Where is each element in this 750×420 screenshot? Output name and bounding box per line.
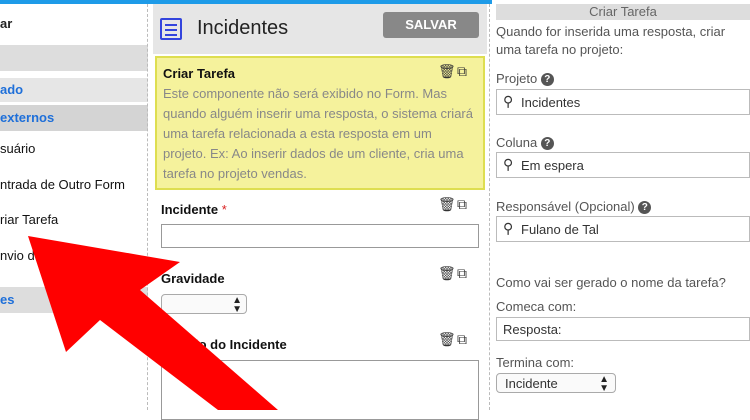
comeca-label: Comeca com: [496, 299, 577, 314]
select-arrows-icon: ▲ ▼ [232, 295, 242, 315]
required-marker: * [221, 202, 227, 217]
center-divider [489, 4, 490, 410]
sidebar-section-es-label: es [0, 292, 15, 307]
form-header: Incidentes SALVAR [153, 4, 487, 54]
comeca-value: Resposta: [503, 322, 562, 337]
settings-intro: Quando for inserida uma resposta, criar … [496, 24, 726, 57]
copy-icon[interactable]: ⧉ [454, 265, 470, 282]
sidebar-divider [147, 4, 148, 410]
form-editor: Incidentes SALVAR Criar Tarefa Este comp… [153, 4, 490, 420]
sidebar-item-usuario[interactable]: suário [0, 141, 148, 156]
field-actions-incidente: 🗑⧉ [438, 196, 470, 213]
comeca-input[interactable]: Resposta: [496, 317, 750, 341]
sidebar: ar ado externos suário ntrada de Outro F… [0, 4, 150, 410]
component-title: Criar Tarefa [163, 66, 236, 81]
sidebar-header-bar [0, 45, 148, 71]
field-label-descricao: scrição do Incidente [161, 337, 287, 352]
save-button[interactable]: SALVAR [383, 12, 479, 38]
help-icon[interactable]: ? [540, 137, 554, 150]
sidebar-item-criar-tarefa[interactable]: riar Tarefa [0, 212, 148, 227]
component-actions: 🗑⧉ [438, 63, 470, 80]
responsavel-label: Responsável (Opcional) ? [496, 198, 652, 216]
copy-icon[interactable]: ⧉ [454, 331, 470, 348]
trash-icon[interactable]: 🗑 [438, 196, 456, 213]
descricao-textarea[interactable] [161, 360, 479, 420]
sidebar-item-entrada-outro-form[interactable]: ntrada de Outro Form [0, 177, 148, 192]
search-icon: ⚲ [503, 93, 514, 109]
sidebar-section-ado[interactable]: ado [0, 78, 148, 102]
coluna-label-text: Coluna [496, 135, 538, 150]
trash-icon[interactable]: 🗑 [438, 265, 456, 282]
gravidade-select[interactable]: ▲ ▼ [161, 294, 247, 315]
copy-icon[interactable]: ⧉ [454, 63, 470, 80]
search-icon: ⚲ [503, 156, 514, 172]
select-arrows-icon: ▲ ▼ [599, 374, 609, 394]
field-label-incidente: Incidente * [161, 202, 227, 217]
nome-tarefa-question: Como vai ser gerado o nome da tarefa? [496, 275, 726, 290]
projeto-field[interactable]: ⚲ Incidentes [496, 89, 750, 115]
field-actions-gravidade: 🗑⧉ [438, 265, 470, 282]
projeto-label: Projeto ? [496, 70, 554, 88]
trash-icon[interactable]: 🗑 [438, 63, 456, 80]
list-icon [160, 18, 182, 40]
responsavel-field[interactable]: ⚲ Fulano de Tal [496, 216, 750, 242]
criar-tarefa-component[interactable]: Criar Tarefa Este componente não será ex… [155, 56, 485, 190]
sidebar-item-envio[interactable]: nvio d [0, 248, 148, 263]
component-description: Este componente não será exibido no Form… [163, 86, 473, 181]
component-settings: Criar Tarefa Quando for inserida uma res… [492, 0, 750, 410]
responsavel-value: Fulano de Tal [521, 222, 599, 237]
field-actions-descricao: 🗑⧉ [438, 331, 470, 348]
sidebar-section-es[interactable]: es [0, 287, 148, 313]
coluna-label: Coluna ? [496, 134, 554, 152]
projeto-label-text: Projeto [496, 71, 538, 86]
coluna-field[interactable]: ⚲ Em espera [496, 152, 750, 178]
help-icon[interactable]: ? [638, 201, 652, 214]
termina-label: Termina com: [496, 355, 575, 370]
termina-value: Incidente [505, 376, 558, 391]
sidebar-title: ar [0, 16, 13, 31]
copy-icon[interactable]: ⧉ [454, 196, 470, 213]
coluna-value: Em espera [521, 158, 584, 173]
incidente-input[interactable] [161, 224, 479, 248]
settings-header: Criar Tarefa [496, 4, 750, 20]
form-title: Incidentes [197, 17, 289, 39]
field-label-gravidade: Gravidade [161, 271, 225, 286]
sidebar-section-externos[interactable]: externos [0, 105, 148, 131]
field-label-incidente-text: Incidente [161, 202, 219, 217]
trash-icon[interactable]: 🗑 [438, 331, 456, 348]
responsavel-label-text: Responsável (Opcional) [496, 199, 635, 214]
help-icon[interactable]: ? [540, 73, 554, 86]
search-icon: ⚲ [503, 220, 514, 236]
termina-select[interactable]: Incidente ▲ ▼ [496, 373, 616, 394]
projeto-value: Incidentes [521, 95, 581, 110]
